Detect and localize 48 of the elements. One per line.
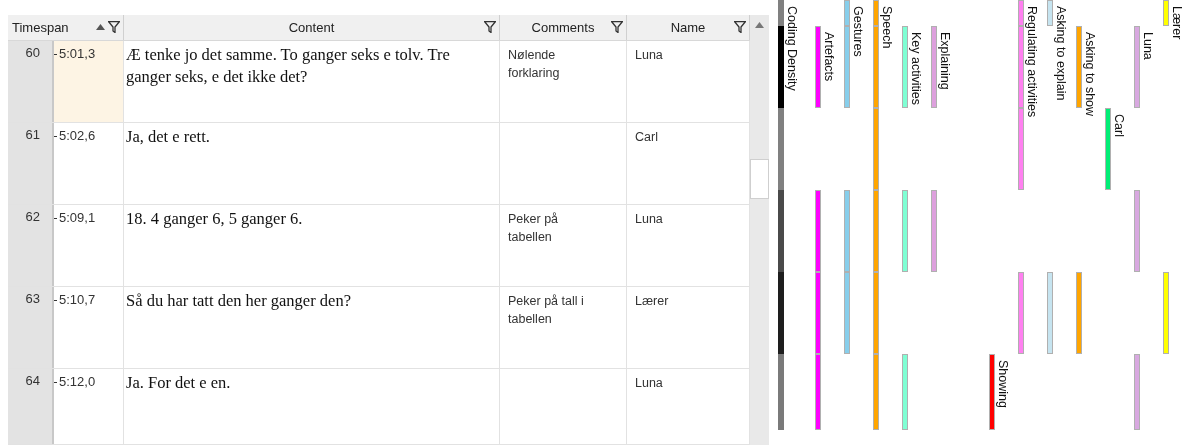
track-label: Coding Density [785, 6, 799, 91]
scroll-thumb[interactable] [750, 159, 769, 199]
filter-icon[interactable] [484, 21, 496, 33]
scrollbar[interactable] [750, 15, 769, 445]
content-cell: Ja. For det e en. [126, 373, 231, 392]
column-header[interactable]: Content [288, 20, 335, 35]
name-cell: Lærer [635, 294, 669, 308]
row-number: 61 [8, 123, 54, 204]
name-cell: Luna [635, 376, 663, 390]
track-label: Lærer [1170, 6, 1184, 40]
track-label: Speech [880, 6, 894, 49]
row-number: 63 [8, 287, 54, 368]
content-cell: Så du har tatt den her ganger den? [126, 291, 351, 310]
timespan-cell: 5:09,1 [59, 210, 96, 225]
column-header[interactable]: Timespan [12, 20, 69, 35]
timespan-cell: 5:12,0 [59, 374, 96, 389]
column-header[interactable]: Name [670, 20, 706, 35]
name-cell: Carl [635, 130, 658, 144]
sort-ascending-icon[interactable] [96, 24, 105, 30]
filter-icon[interactable] [734, 21, 746, 33]
track-label: Explaining [938, 32, 952, 90]
filter-icon[interactable] [611, 21, 623, 33]
name-cell: Luna [635, 48, 663, 62]
row-number: 64 [8, 369, 54, 444]
track-label: Showing [996, 360, 1010, 408]
content-cell: Æ tenke jo det samme. To ganger seks e tolv. Tre ganger seks, e det ikke det? [126, 45, 450, 86]
timespan-cell: 5:01,3 [59, 46, 96, 61]
filter-icon[interactable] [108, 21, 120, 33]
comment-cell: Nølende forklaring [508, 48, 560, 80]
track-label: Asking to show [1083, 32, 1097, 117]
track-label: Key activities [909, 32, 923, 105]
row-number: 60 [8, 41, 54, 122]
scroll-up-icon[interactable] [755, 22, 764, 28]
track-label: Artefacts [822, 32, 836, 82]
track-label: Regulating activities [1025, 6, 1039, 118]
timespan-cell: 5:10,7 [59, 292, 96, 307]
row-number: 62 [8, 205, 54, 286]
column-header[interactable]: Comments [531, 20, 595, 35]
content-cell: 18. 4 ganger 6, 5 ganger 6. [126, 209, 303, 228]
track-label: Asking to explain [1054, 6, 1068, 101]
comment-cell: Peker på tabellen [508, 212, 559, 244]
comment-cell: Peker på tall i tabellen [508, 294, 584, 326]
track-label: Gestures [851, 6, 865, 57]
name-cell: Luna [635, 212, 663, 226]
timespan-cell: 5:02,6 [59, 128, 96, 143]
track-label: Carl [1112, 114, 1126, 137]
track-label: Luna [1141, 32, 1155, 60]
content-cell: Ja, det e rett. [126, 127, 210, 146]
